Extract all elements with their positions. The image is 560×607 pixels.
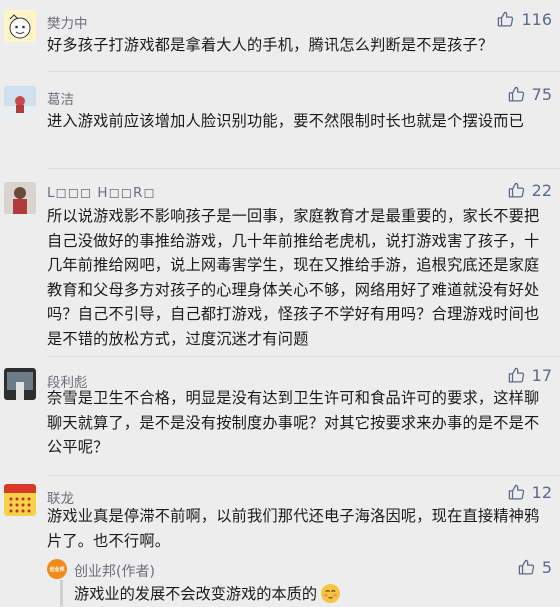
comment: 樊力中 116 好多孩子打游戏都是拿着大人的手机，腾讯怎么判断是不是孩子？ xyxy=(0,0,560,72)
commenter-name[interactable]: 樊力中 xyxy=(47,12,88,32)
like-count: 75 xyxy=(531,85,552,104)
like-count: 12 xyxy=(531,483,552,502)
like-button[interactable]: 17 xyxy=(507,366,552,385)
comment-text: 游戏业真是停滞不前啊，以前我们那代还电子海洛因呢，现在直接精神鸦片了。也不行啊。 xyxy=(47,507,540,550)
author-name[interactable]: 创业邦(作者) xyxy=(74,561,155,581)
comment-text: 所以说游戏影不影响孩子是一回事，家庭教育才是最重要的，家长不要把自己没做好的事推… xyxy=(47,207,540,348)
author-avatar[interactable]: 创业邦 xyxy=(47,559,67,579)
commenter-name[interactable]: L◻◻◻ H◻◻R◻ xyxy=(47,185,156,201)
comment-text: 奈雪是卫生不合格，明显是没有达到卫生许可和食品许可的要求，这样聊聊天就算了，是不… xyxy=(47,389,540,457)
thumbs-up-icon xyxy=(508,86,524,102)
comment: L◻◻◻ H◻◻R◻ 22 所以说游戏影不影响孩子是一回事，家庭教育才是最重要的… xyxy=(0,170,560,360)
comment-text: 进入游戏前应该增加人脸识别功能，要不然限制时长也就是个摆设而已 xyxy=(47,112,525,130)
reply-text: 游戏业的发展不会改变游戏的本质的 xyxy=(74,585,317,603)
comment: 联龙 12 游戏业真是停滞不前啊，以前我们那代还电子海洛因呢，现在直接精神鸦片了… xyxy=(0,478,560,606)
blush-emoji-icon xyxy=(321,583,340,603)
comment-list: 樊力中 116 好多孩子打游戏都是拿着大人的手机，腾讯怎么判断是不是孩子？ 葛洁… xyxy=(0,0,560,606)
comment: 段利彪 17 奈雪是卫生不合格，明显是没有达到卫生许可和食品许可的要求，这样聊聊… xyxy=(0,358,560,480)
divider xyxy=(47,475,560,476)
like-button[interactable]: 22 xyxy=(507,181,552,200)
commenter-name[interactable]: 葛洁 xyxy=(47,88,74,108)
avatar[interactable] xyxy=(4,182,36,214)
divider xyxy=(47,168,560,169)
like-button[interactable]: 116 xyxy=(496,10,552,29)
like-button[interactable]: 12 xyxy=(507,483,552,502)
author-avatar-logo: 创业邦 xyxy=(49,566,65,573)
avatar[interactable] xyxy=(4,10,36,42)
comment: 葛洁 75 进入游戏前应该增加人脸识别功能，要不然限制时长也就是个摆设而已 xyxy=(0,72,560,170)
reply-text-row: 游戏业的发展不会改变游戏的本质的 xyxy=(74,582,340,604)
thumbs-up-icon xyxy=(498,11,514,27)
reply-like-button[interactable]: 5 xyxy=(517,558,552,577)
like-button[interactable]: 75 xyxy=(507,85,552,104)
like-count: 5 xyxy=(541,558,552,577)
comment-text: 好多孩子打游戏都是拿着大人的手机，腾讯怎么判断是不是孩子？ xyxy=(47,36,494,54)
thumbs-up-icon xyxy=(508,484,524,500)
like-count: 116 xyxy=(521,10,552,29)
avatar[interactable] xyxy=(4,86,36,118)
like-count: 22 xyxy=(531,181,552,200)
like-count: 17 xyxy=(531,366,552,385)
thumbs-up-icon xyxy=(518,559,534,575)
thumbs-up-icon xyxy=(508,182,524,198)
divider xyxy=(47,356,560,357)
reply-quote-bar xyxy=(60,580,63,606)
avatar[interactable] xyxy=(4,484,36,516)
avatar[interactable] xyxy=(4,368,36,400)
thumbs-up-icon xyxy=(508,367,524,383)
